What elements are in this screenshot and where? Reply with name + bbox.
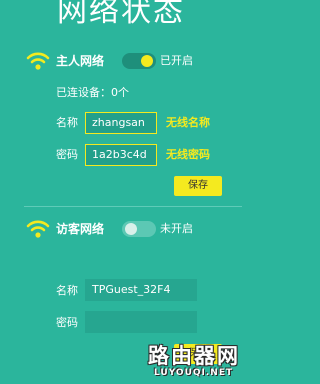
main-network-title: 主人网络 bbox=[56, 54, 105, 68]
main-network-header: 主人网络 已开启 bbox=[0, 50, 242, 74]
guest-network-status: 未开启 bbox=[160, 222, 193, 235]
save-button[interactable]: 保存 bbox=[174, 176, 222, 196]
toggle-knob bbox=[125, 223, 137, 235]
guest-wifi-name-input[interactable]: TPGuest_32F4 bbox=[85, 279, 197, 301]
watermark-logo: 路由器网 LUYOUQI.NET bbox=[148, 340, 242, 384]
main-network-toggle[interactable] bbox=[122, 53, 156, 69]
watermark-url: LUYOUQI.NET bbox=[154, 368, 234, 378]
page-title: 网络状态 bbox=[57, 0, 185, 29]
section-divider bbox=[24, 206, 242, 207]
guest-network-title: 访客网络 bbox=[56, 222, 105, 236]
watermark-text: 路由器网 bbox=[148, 344, 240, 368]
toggle-knob bbox=[141, 55, 153, 67]
main-network-section: 主人网络 已开启 已连设备：0个 名称 zhangsan 无线名称 密码 1a2… bbox=[0, 50, 242, 200]
wifi-password-hint: 无线密码 bbox=[166, 148, 210, 161]
guest-wifi-password-input[interactable] bbox=[85, 311, 197, 333]
network-status-page: 网络状态 主人网络 已开启 已连设备：0个 名称 zhangsan 无线名称 密… bbox=[0, 0, 242, 384]
wifi-icon bbox=[26, 220, 50, 238]
guest-network-toggle[interactable] bbox=[122, 221, 156, 237]
guest-network-header: 访客网络 未开启 bbox=[0, 218, 242, 242]
guest-password-label: 密码 bbox=[56, 316, 78, 329]
connected-devices-count: 已连设备：0个 bbox=[56, 86, 129, 99]
wifi-password-input[interactable]: 1a2b3c4d bbox=[85, 144, 157, 166]
password-label: 密码 bbox=[56, 148, 78, 161]
wifi-icon bbox=[26, 52, 50, 70]
main-network-status: 已开启 bbox=[160, 54, 193, 67]
guest-name-label: 名称 bbox=[56, 284, 78, 297]
name-label: 名称 bbox=[56, 116, 78, 129]
wifi-name-hint: 无线名称 bbox=[166, 116, 210, 129]
wifi-name-input[interactable]: zhangsan bbox=[85, 112, 157, 134]
